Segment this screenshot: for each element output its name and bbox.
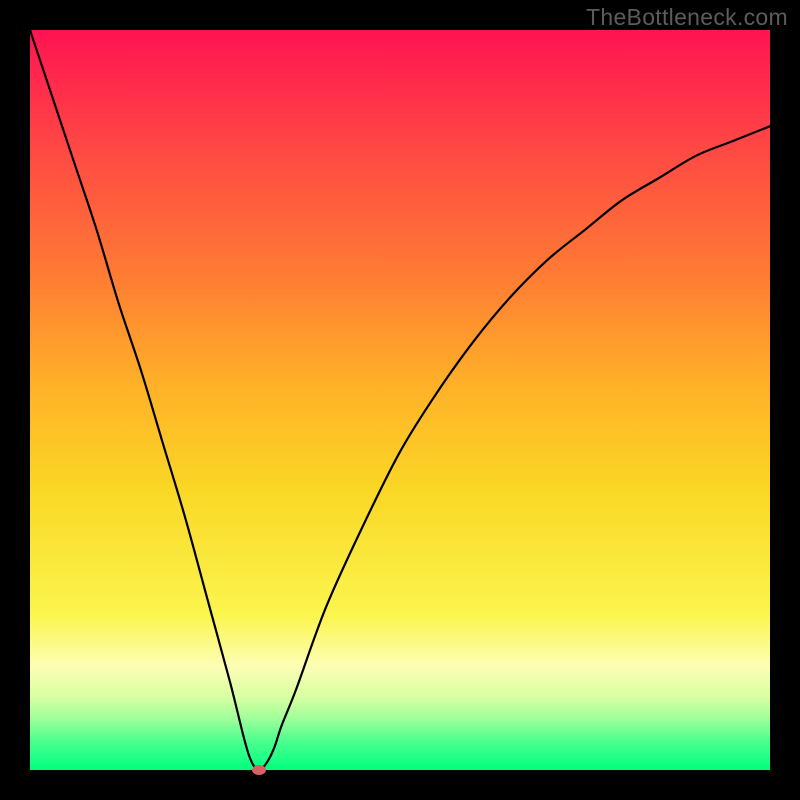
chart-container: TheBottleneck.com [0, 0, 800, 800]
curve-svg [30, 30, 770, 770]
watermark-text: TheBottleneck.com [586, 4, 788, 31]
plot-area [30, 30, 770, 770]
bottleneck-curve-path [30, 30, 770, 770]
optimum-marker [252, 765, 266, 775]
